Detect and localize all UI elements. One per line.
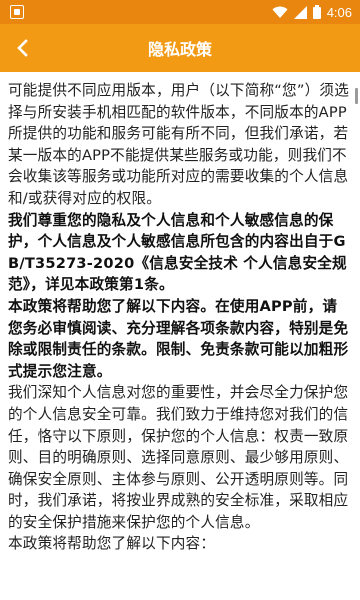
page-title: 隐私政策	[147, 40, 212, 59]
status-right: 4:06	[272, 5, 352, 20]
scrollbar-thumb[interactable]	[355, 88, 358, 104]
chevron-left-icon	[17, 39, 28, 57]
status-bar: 4:06	[0, 0, 360, 24]
policy-paragraph-4: 我们深知个人信息对您的重要性，并会尽全力保护您的个人信息安全可靠。我们致力于维持…	[8, 384, 349, 531]
policy-content[interactable]: 可能提供不同应用版本，用户（以下简称“您”）须选择与所安装手机相匹配的软件版本，…	[0, 72, 360, 600]
wifi-icon	[272, 6, 288, 18]
app-notification-icon	[10, 5, 24, 19]
policy-paragraph-5: 本政策将帮助您了解以下内容：	[8, 535, 216, 553]
policy-paragraph-2: 我们尊重您的隐私及个人信息和个人敏感信息的保护，个人信息及个人敏感信息所包含的内…	[8, 211, 347, 294]
policy-paragraph-1: 可能提供不同应用版本，用户（以下简称“您”）须选择与所安装手机相匹配的软件版本，…	[8, 82, 349, 207]
title-bar: 隐私政策	[0, 24, 360, 72]
status-time: 4:06	[326, 4, 352, 20]
back-button[interactable]	[6, 32, 38, 64]
policy-paragraph-3: 本政策将帮助您了解以下内容。在使用APP前，请您务必审慎阅读、充分理解各项条款内…	[8, 297, 349, 380]
status-left	[10, 5, 24, 19]
signal-icon	[293, 5, 307, 19]
battery-icon	[312, 5, 321, 19]
